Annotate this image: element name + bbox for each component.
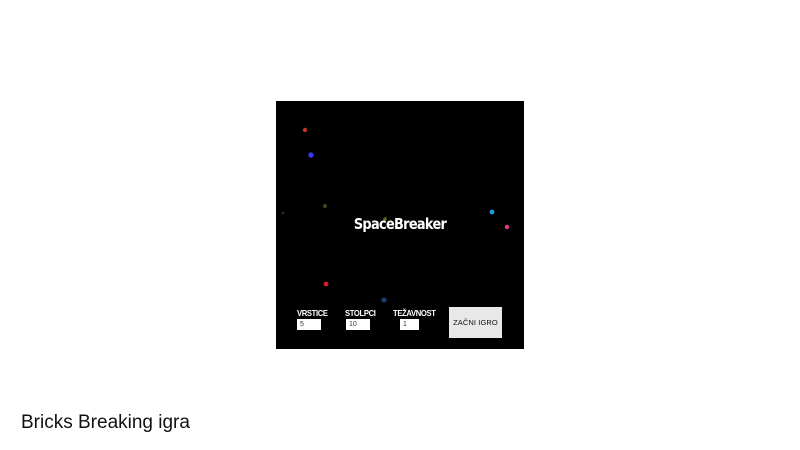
star (489, 209, 495, 215)
game-canvas[interactable]: SpaceBreaker VRSTICE STOLPCI TEŽAVNOST Z… (276, 101, 524, 349)
star (302, 127, 308, 133)
game-title: SpaceBreaker (353, 215, 447, 233)
star (281, 211, 285, 215)
columns-control: STOLPCI (345, 308, 379, 330)
rows-input[interactable] (297, 319, 321, 330)
slide-caption: Bricks Breaking igra (21, 412, 190, 433)
difficulty-input[interactable] (400, 319, 419, 330)
start-game-button[interactable]: ZAČNI IGRO (449, 307, 502, 338)
difficulty-control: TEŽAVNOST (393, 308, 440, 330)
star (323, 204, 327, 208)
rows-control: VRSTICE (297, 308, 331, 330)
star (381, 297, 387, 303)
slide: SpaceBreaker VRSTICE STOLPCI TEŽAVNOST Z… (0, 0, 800, 450)
star (323, 281, 329, 287)
rows-label: VRSTICE (297, 308, 328, 318)
star (308, 152, 314, 158)
columns-input[interactable] (346, 319, 370, 330)
columns-label: STOLPCI (345, 308, 376, 318)
difficulty-label: TEŽAVNOST (393, 308, 436, 318)
